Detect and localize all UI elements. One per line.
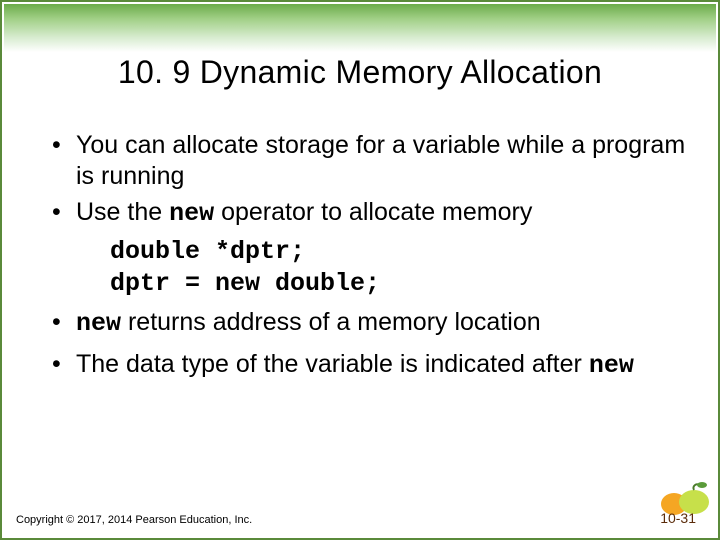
bullet-text-pre: Use the — [76, 198, 169, 226]
page-number: 10-31 — [660, 510, 696, 526]
code-inline: new — [76, 309, 121, 338]
bullet-item: Use the new operator to allocate memory — [48, 197, 688, 230]
code-inline: new — [169, 199, 214, 228]
bullet-text: You can allocate storage for a variable … — [76, 131, 685, 190]
bullet-item: You can allocate storage for a variable … — [48, 130, 688, 191]
slide: 10. 9 Dynamic Memory Allocation You can … — [0, 0, 720, 540]
copyright-footer: Copyright © 2017, 2014 Pearson Education… — [16, 514, 252, 526]
code-block: double *dptr; dptr = new double; — [110, 236, 688, 301]
bullet-text-post: operator to allocate memory — [214, 198, 532, 226]
bullet-text-post: returns address of a memory location — [121, 308, 541, 336]
bullet-item: The data type of the variable is indicat… — [48, 349, 688, 382]
slide-body: You can allocate storage for a variable … — [48, 130, 688, 388]
bullet-list: You can allocate storage for a variable … — [48, 130, 688, 230]
code-line: dptr = new double; — [110, 269, 380, 298]
code-inline: new — [589, 351, 634, 380]
bullet-item: new returns address of a memory location — [48, 307, 688, 340]
slide-title: 10. 9 Dynamic Memory Allocation — [2, 54, 718, 91]
bullet-text-pre: The data type of the variable is indicat… — [76, 350, 589, 378]
header-gradient — [4, 4, 716, 52]
code-line: double *dptr; — [110, 237, 305, 266]
bullet-list: new returns address of a memory location… — [48, 307, 688, 382]
